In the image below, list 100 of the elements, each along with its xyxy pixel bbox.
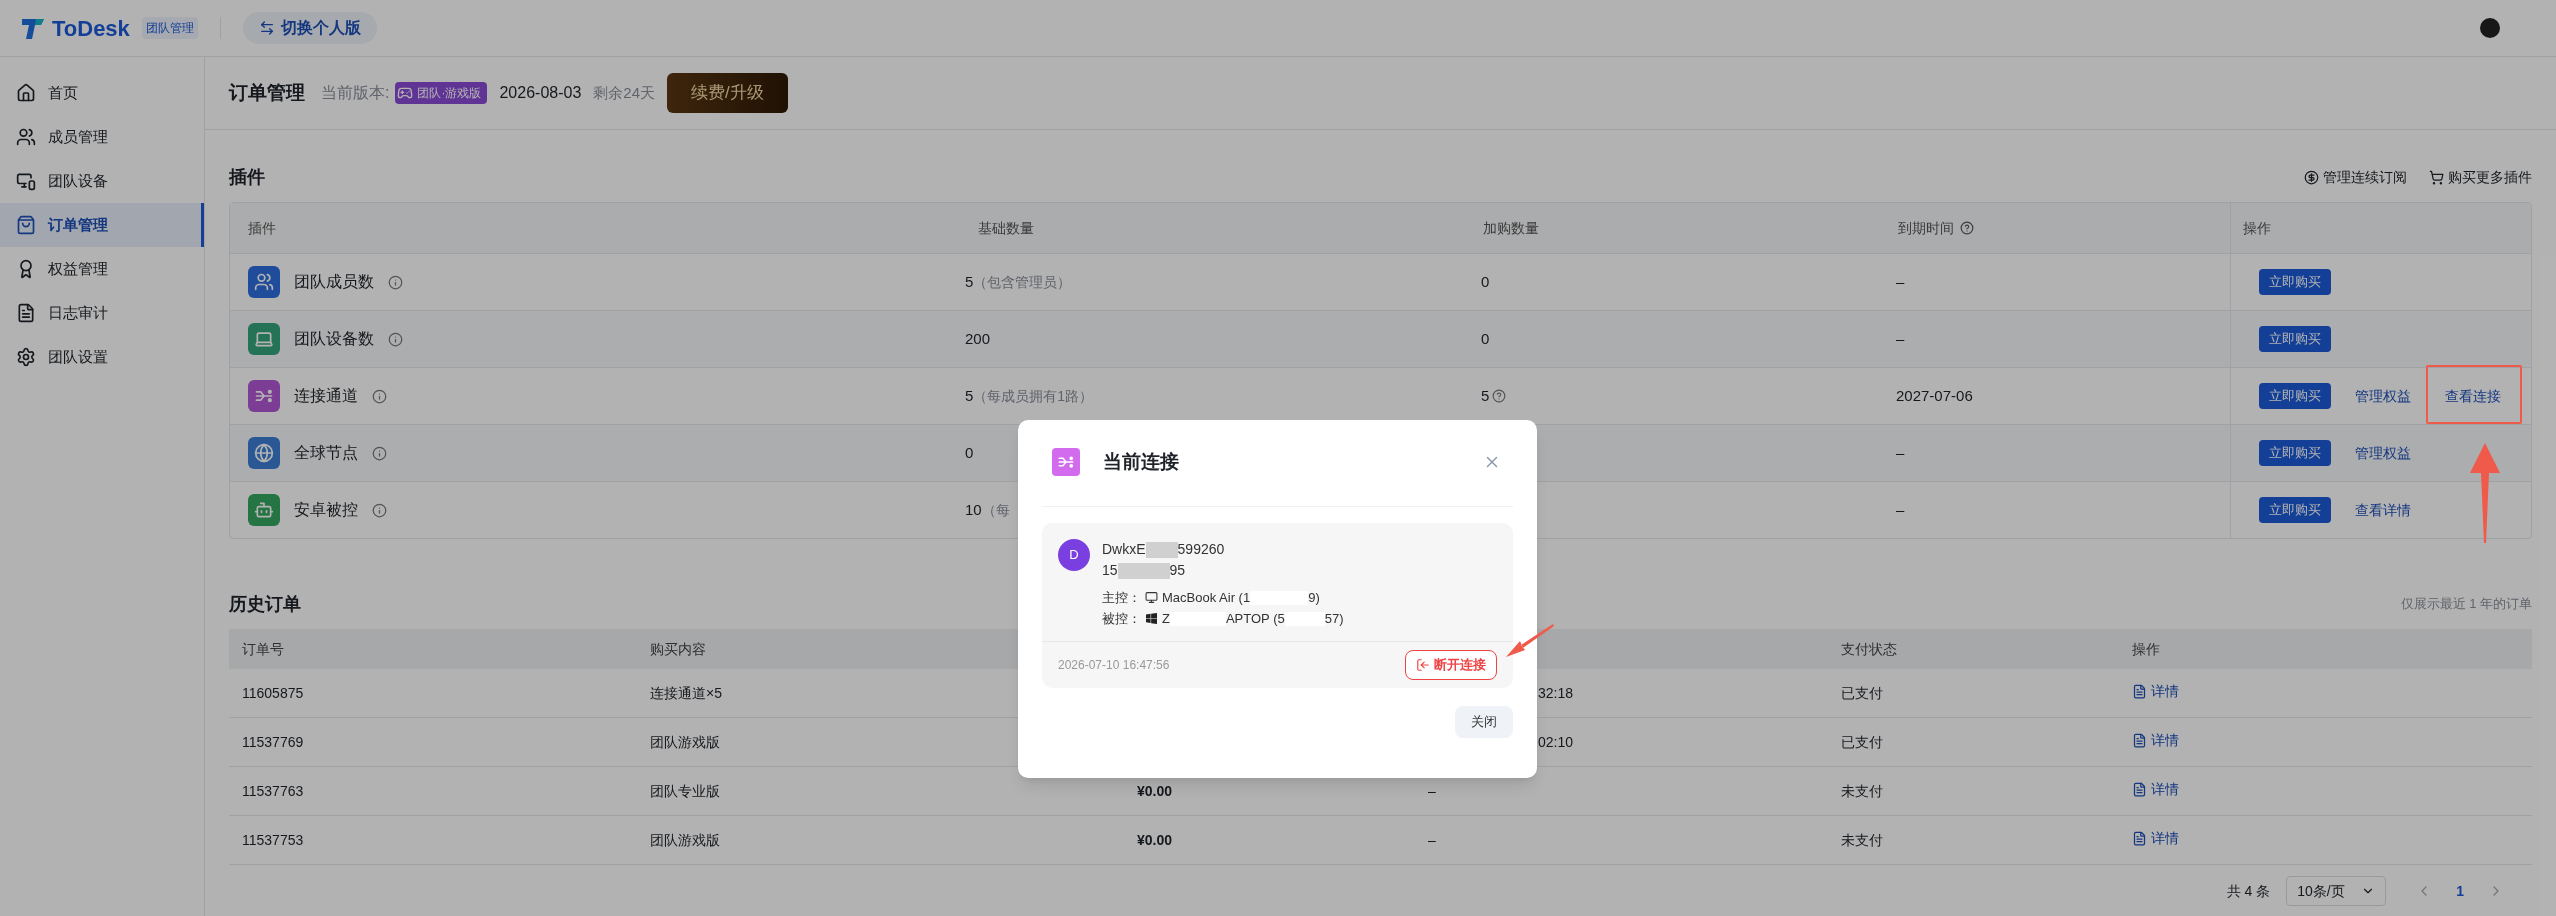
home-icon bbox=[16, 83, 36, 103]
quantity-note: （每成员拥有1路） bbox=[973, 386, 1094, 406]
toolbar-link[interactable]: 管理连续订阅 bbox=[2304, 166, 2407, 188]
extra-quantity: 5 bbox=[1481, 385, 1490, 406]
buy-button[interactable]: 立即购买 bbox=[2259, 440, 2331, 466]
controlled-label: 被控： bbox=[1102, 610, 1141, 628]
sidebar-item[interactable]: 成员管理 bbox=[0, 115, 204, 159]
document-icon bbox=[2132, 831, 2147, 846]
base-quantity: 5 bbox=[965, 271, 974, 292]
version-badge: 团队·游戏版 bbox=[395, 82, 488, 104]
details-link[interactable]: 详情 bbox=[2132, 730, 2179, 751]
document-icon bbox=[2132, 684, 2147, 699]
expiry-date: 2027-07-06 bbox=[1896, 385, 1973, 406]
purchase-content: 连接通道×5 bbox=[649, 683, 723, 703]
expiry-date: 2026-08-03 bbox=[499, 83, 582, 103]
expiry-date: – bbox=[1896, 271, 1905, 292]
upgrade-button[interactable]: 续费/升级 bbox=[667, 73, 788, 113]
branching-icon bbox=[248, 380, 280, 412]
sidebar-item[interactable]: 日志审计 bbox=[0, 291, 204, 335]
order-time: 02:10 bbox=[1538, 733, 1574, 750]
base-quantity: 10 bbox=[965, 499, 982, 520]
users-icon bbox=[248, 266, 280, 298]
info-icon bbox=[372, 445, 387, 461]
buy-button[interactable]: 立即购买 bbox=[2259, 269, 2331, 295]
action-link[interactable]: 查看详情 bbox=[2355, 499, 2411, 521]
brand-badge: 团队管理 bbox=[141, 17, 198, 39]
coin-icon bbox=[2304, 169, 2319, 185]
expiry-date: – bbox=[1896, 328, 1905, 349]
page-title: 订单管理 bbox=[229, 80, 305, 105]
purchase-content: 团队游戏版 bbox=[649, 732, 721, 752]
sidebar-item[interactable]: 订单管理 bbox=[0, 203, 204, 247]
sidebar-item[interactable]: 首页 bbox=[0, 71, 204, 115]
buy-button[interactable]: 立即购买 bbox=[2259, 497, 2331, 523]
bag-icon bbox=[16, 215, 36, 235]
remaining-days: 剩余24天 bbox=[593, 81, 655, 105]
device-name: MacBook Air (1 bbox=[1162, 589, 1251, 607]
purchase-content: 团队游戏版 bbox=[649, 830, 721, 850]
amount: ¥0.00 bbox=[1137, 782, 1173, 799]
devices-icon bbox=[16, 171, 36, 191]
order-number: 11537763 bbox=[241, 781, 305, 801]
column-header: 操作 bbox=[2243, 218, 2271, 238]
page-number[interactable]: 1 bbox=[2448, 880, 2472, 902]
device-icon bbox=[248, 323, 280, 355]
help-icon bbox=[1960, 221, 1974, 235]
payment-status: 已支付 bbox=[1840, 683, 1884, 703]
brand-name: ToDesk bbox=[52, 14, 130, 43]
disconnect-button[interactable]: 断开连接 bbox=[1405, 650, 1497, 680]
column-header: 插件 bbox=[248, 218, 276, 238]
arrow-annotation bbox=[1506, 624, 1554, 658]
settings-icon bbox=[16, 347, 36, 367]
user-name: 599260 bbox=[1177, 540, 1225, 559]
plugin-name: 连接通道 bbox=[294, 386, 358, 406]
base-quantity: 5 bbox=[965, 385, 974, 406]
payment-status: 未支付 bbox=[1840, 830, 1884, 850]
payment-status: 已支付 bbox=[1840, 732, 1884, 752]
windows-icon bbox=[1146, 613, 1157, 624]
extra-quantity: 0 bbox=[1481, 328, 1490, 349]
toolbar-link[interactable]: 购买更多插件 bbox=[2429, 166, 2532, 188]
expiry-date: – bbox=[1896, 442, 1905, 463]
details-link[interactable]: 详情 bbox=[2132, 681, 2179, 702]
quantity-note: （包含管理员） bbox=[973, 272, 1072, 292]
info-icon bbox=[388, 331, 403, 347]
info-icon bbox=[372, 502, 387, 518]
payment-status: 未支付 bbox=[1840, 781, 1884, 801]
switch-version-button[interactable]: 切换个人版 bbox=[242, 12, 377, 44]
sidebar-item[interactable]: 团队设备 bbox=[0, 159, 204, 203]
column-header: 基础数量 bbox=[978, 218, 1034, 238]
details-link[interactable]: 详情 bbox=[2132, 828, 2179, 849]
total-count: 共 4 条 bbox=[2226, 881, 2271, 901]
users-icon bbox=[16, 127, 36, 147]
order-number: 11605875 bbox=[241, 683, 305, 703]
info-icon bbox=[372, 388, 387, 404]
action-link[interactable]: 查看连接 bbox=[2445, 385, 2501, 407]
close-button[interactable]: 关闭 bbox=[1455, 706, 1513, 738]
robot-icon bbox=[248, 494, 280, 526]
order-time: 32:18 bbox=[1538, 684, 1574, 701]
column-header: 支付状态 bbox=[1840, 639, 1898, 659]
redaction-block bbox=[1145, 541, 1178, 558]
extra-quantity: 0 bbox=[1481, 271, 1490, 292]
plugin-name: 团队设备数 bbox=[294, 329, 374, 349]
section-title: 插件 bbox=[229, 165, 265, 189]
sidebar-item[interactable]: 权益管理 bbox=[0, 247, 204, 291]
details-link[interactable]: 详情 bbox=[2132, 779, 2179, 800]
history-note: 仅展示最近 1 年的订单 bbox=[2400, 595, 2532, 614]
user-avatar[interactable] bbox=[2480, 18, 2500, 38]
action-link[interactable]: 管理权益 bbox=[2355, 385, 2411, 407]
controller-label: 主控： bbox=[1102, 589, 1141, 607]
column-header: 订单号 bbox=[241, 639, 285, 659]
action-link[interactable]: 管理权益 bbox=[2355, 442, 2411, 464]
buy-button[interactable]: 立即购买 bbox=[2259, 326, 2331, 352]
sidebar-item[interactable]: 团队设置 bbox=[0, 335, 204, 379]
base-quantity: 200 bbox=[965, 328, 991, 349]
buy-button[interactable]: 立即购买 bbox=[2259, 383, 2331, 409]
info-icon bbox=[388, 274, 403, 290]
column-header: 购买内容 bbox=[649, 639, 707, 659]
document-icon bbox=[16, 303, 36, 323]
page-size-select[interactable]: 10条/页 bbox=[2286, 876, 2387, 906]
expiry-date: – bbox=[1896, 499, 1905, 520]
purchase-content: 团队专业版 bbox=[649, 781, 721, 801]
order-number: 11537769 bbox=[241, 732, 305, 752]
